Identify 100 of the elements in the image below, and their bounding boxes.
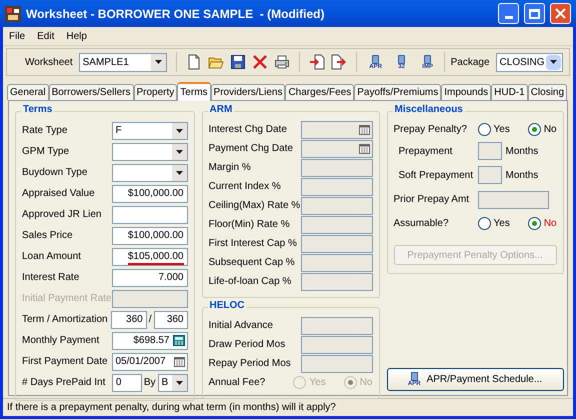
minimize-button[interactable]: [498, 3, 519, 24]
dropdown-field[interactable]: [112, 142, 188, 160]
unit-label: Months: [506, 168, 538, 182]
dropdown-arrow-button[interactable]: [150, 54, 166, 70]
input-field[interactable]: 360: [154, 310, 188, 328]
tab[interactable]: HUD-1: [491, 84, 528, 100]
field-label: Prior Prepay Amt: [394, 193, 470, 207]
radio-button[interactable]: [478, 217, 490, 230]
input-field[interactable]: [478, 142, 502, 160]
tab[interactable]: Charges/Fees: [285, 84, 354, 100]
field-label: Assumable?: [394, 217, 450, 231]
toolbar-label: Package: [450, 56, 490, 70]
input-field[interactable]: 360: [110, 310, 147, 328]
radio-button[interactable]: [478, 123, 490, 136]
tab[interactable]: Providers/Liens: [210, 84, 286, 100]
close-icon: [555, 8, 566, 19]
field-label: Initial Advance: [208, 319, 273, 333]
input-field[interactable]: 7.000: [112, 268, 188, 286]
dropdown-arrow-button[interactable]: [172, 144, 186, 160]
caret-icon: [154, 60, 162, 64]
radio-button[interactable]: [528, 123, 541, 136]
input-field[interactable]: [478, 166, 502, 184]
calculator-icon[interactable]: [172, 335, 184, 346]
input-field[interactable]: [112, 206, 188, 224]
document-arrow-icon[interactable]: [330, 54, 347, 70]
field-label: First Interest Cap %: [208, 237, 297, 251]
field-label: Repay Period Mos: [208, 357, 291, 371]
dropdown-arrow-button[interactable]: [172, 164, 186, 180]
field-label: Interest Rate: [22, 271, 80, 285]
radio-label: Yes: [309, 376, 326, 390]
field-label: Interest Chg Date: [208, 123, 287, 137]
field-label: By: [144, 376, 156, 390]
field-label: Life-of-loan Cap %: [208, 275, 292, 289]
radio-label: No: [544, 123, 557, 137]
field-label: Payment Chg Date: [208, 142, 293, 156]
dropdown-arrow-button[interactable]: [172, 122, 186, 138]
dropdown-field[interactable]: [112, 164, 188, 182]
field-label: Approved JR Lien: [22, 208, 102, 222]
menu-item[interactable]: File: [9, 28, 26, 44]
caret-icon: [176, 170, 182, 174]
input-field[interactable]: $698.57: [112, 332, 188, 350]
maximize-button[interactable]: [524, 3, 545, 24]
tab[interactable]: Terms: [177, 82, 211, 101]
menu-item[interactable]: Edit: [37, 28, 54, 44]
field-label: Buydown Type: [22, 166, 88, 180]
app-icon: [5, 6, 21, 22]
field-label: Initial Payment Rate: [22, 292, 112, 306]
date-field[interactable]: 05/01/2007: [112, 352, 188, 370]
dropdown-field[interactable]: B: [158, 374, 188, 392]
field-label: Loan Amount: [22, 250, 81, 264]
window-title: Worksheet - BORROWER ONE SAMPLE - (Modified): [26, 6, 326, 22]
caret-icon: [176, 150, 182, 154]
field-label: Soft Prepayment: [398, 168, 474, 182]
toolbar-label: Worksheet: [25, 56, 73, 70]
package-dropdown[interactable]: CLOSING: [496, 52, 563, 72]
input-field[interactable]: $100,000.00: [112, 184, 188, 202]
menu-item[interactable]: Help: [66, 28, 87, 44]
tab[interactable]: General: [7, 84, 49, 100]
document-arrow-icon[interactable]: [308, 54, 325, 70]
radio-label: Yes: [494, 123, 510, 137]
tab[interactable]: Closing: [528, 84, 568, 100]
calendar-icon[interactable]: [174, 356, 184, 366]
field-label: Monthly Payment: [22, 334, 100, 348]
close-icon[interactable]: [252, 54, 268, 70]
input-field[interactable]: $100,000.00: [112, 226, 188, 244]
group-title: ARM: [208, 105, 234, 115]
field-label: Ceiling(Max) Rate %: [208, 199, 300, 213]
dropdown-arrow-button[interactable]: [172, 374, 186, 390]
field-label: Current Index %: [208, 180, 281, 194]
group-title: Terms: [21, 105, 54, 115]
caret-icon: [550, 60, 557, 64]
caret-icon: [176, 380, 182, 384]
worksheet-dropdown[interactable]: SAMPLE1: [78, 52, 167, 72]
group-title: HELOC: [208, 301, 246, 311]
input-field[interactable]: [478, 190, 548, 208]
new-document-icon[interactable]: [186, 54, 202, 70]
save-icon[interactable]: [230, 54, 246, 70]
separator-text: /: [148, 313, 152, 327]
field-label: Draw Period Mos: [208, 338, 286, 352]
field-label: First Payment Date: [22, 355, 108, 369]
field-label: Appraised Value: [22, 187, 95, 201]
tab[interactable]: Payoffs/Premiums: [354, 84, 442, 100]
radio-label: No: [360, 376, 372, 390]
close-button[interactable]: [550, 3, 571, 24]
status-bar: If there is a prepayment penalty, during what term (in months) will it apply?: [3, 398, 573, 416]
radio-label: No: [544, 217, 557, 231]
tab[interactable]: Impounds: [441, 84, 492, 100]
dropdown-field[interactable]: F: [112, 122, 188, 140]
radio-button[interactable]: [528, 217, 541, 230]
input-field[interactable]: 0: [112, 374, 142, 392]
field-label: # Days PrePaid Int: [22, 376, 106, 390]
field-label: Subsequent Cap %: [208, 256, 295, 270]
tab[interactable]: Borrowers/Sellers: [48, 84, 134, 100]
field-label: Term / Amortization: [22, 313, 108, 327]
tab[interactable]: Property: [134, 84, 178, 100]
field-label: Floor(Min) Rate %: [208, 218, 290, 232]
printer-icon[interactable]: [274, 54, 290, 70]
dropdown-arrow-button[interactable]: [546, 54, 561, 70]
field-label: Margin %: [208, 161, 251, 175]
input-field[interactable]: $105,000.00: [112, 248, 188, 266]
